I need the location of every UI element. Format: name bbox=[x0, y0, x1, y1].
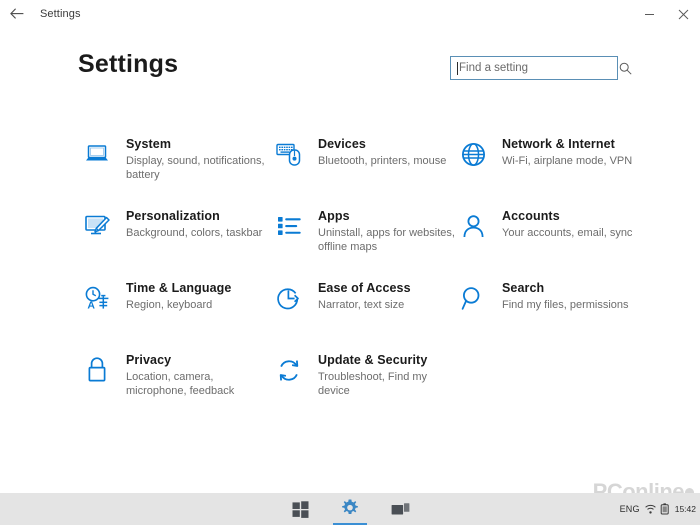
titlebar-title: Settings bbox=[40, 8, 81, 20]
refresh-circle-icon bbox=[274, 355, 304, 385]
minimize-icon bbox=[644, 9, 655, 20]
settings-window: Settings Settings bbox=[0, 0, 700, 525]
category-ease-of-access-text: Ease of Access Narrator, text size bbox=[318, 279, 411, 312]
page-title: Settings bbox=[78, 50, 178, 79]
category-ease-of-access[interactable]: Ease of Access Narrator, text size bbox=[274, 279, 458, 351]
person-icon bbox=[458, 211, 488, 241]
back-arrow-icon bbox=[10, 8, 24, 20]
close-icon bbox=[678, 9, 689, 20]
category-update-security[interactable]: Update & Security Troubleshoot, Find my … bbox=[274, 351, 458, 423]
search-input[interactable] bbox=[458, 58, 615, 78]
category-time-language[interactable]: A Time & Language Region, keyboard bbox=[82, 279, 274, 351]
settings-category-grid: System Display, sound, notifications, ba… bbox=[82, 135, 642, 423]
monitor-paintbrush-icon bbox=[82, 211, 112, 241]
padlock-icon bbox=[82, 355, 112, 385]
search-submit-button[interactable] bbox=[615, 62, 635, 75]
category-title: Search bbox=[502, 281, 629, 296]
category-subtitle: Region, keyboard bbox=[126, 298, 231, 312]
category-system-text: System Display, sound, notifications, ba… bbox=[126, 135, 274, 182]
magnifier-icon bbox=[458, 283, 488, 313]
category-devices[interactable]: Devices Bluetooth, printers, mouse bbox=[274, 135, 458, 207]
category-update-security-text: Update & Security Troubleshoot, Find my … bbox=[318, 351, 458, 398]
category-subtitle: Uninstall, apps for websites, offline ma… bbox=[318, 226, 458, 254]
category-system[interactable]: System Display, sound, notifications, ba… bbox=[82, 135, 274, 207]
category-title: Personalization bbox=[126, 209, 262, 224]
windows-logo-icon bbox=[292, 501, 309, 518]
category-subtitle: Troubleshoot, Find my device bbox=[318, 370, 458, 398]
category-search[interactable]: Search Find my files, permissions bbox=[458, 279, 642, 351]
keyboard-mouse-icon bbox=[274, 139, 304, 169]
tray-clock[interactable]: 15:42 bbox=[675, 504, 696, 514]
category-privacy[interactable]: Privacy Location, camera, microphone, fe… bbox=[82, 351, 274, 423]
task-view-button[interactable] bbox=[383, 494, 417, 524]
title-bar: Settings bbox=[0, 0, 700, 28]
category-title: Network & Internet bbox=[502, 137, 632, 152]
category-privacy-text: Privacy Location, camera, microphone, fe… bbox=[126, 351, 274, 398]
list-icon bbox=[274, 211, 304, 241]
taskbar-buttons bbox=[0, 493, 700, 525]
close-button[interactable] bbox=[666, 0, 700, 28]
category-search-text: Search Find my files, permissions bbox=[502, 279, 629, 312]
category-subtitle: Narrator, text size bbox=[318, 298, 411, 312]
clock-arrow-icon bbox=[274, 283, 304, 313]
search-box[interactable] bbox=[450, 56, 618, 80]
network-icon[interactable] bbox=[645, 504, 656, 515]
gear-icon bbox=[341, 499, 359, 517]
category-title: Ease of Access bbox=[318, 281, 411, 296]
system-tray: ENG 15:42 bbox=[620, 493, 696, 525]
taskbar-settings-button[interactable] bbox=[333, 493, 367, 525]
category-subtitle: Display, sound, notifications, battery bbox=[126, 154, 274, 182]
taskbar: ENG 15:42 bbox=[0, 493, 700, 525]
category-title: System bbox=[126, 137, 274, 152]
tray-language[interactable]: ENG bbox=[620, 504, 640, 514]
category-title: Update & Security bbox=[318, 353, 458, 368]
category-title: Apps bbox=[318, 209, 458, 224]
category-apps[interactable]: Apps Uninstall, apps for websites, offli… bbox=[274, 207, 458, 279]
category-title: Privacy bbox=[126, 353, 274, 368]
task-view-icon bbox=[391, 501, 410, 517]
category-accounts[interactable]: Accounts Your accounts, email, sync bbox=[458, 207, 642, 279]
category-network-internet[interactable]: Network & Internet Wi-Fi, airplane mode,… bbox=[458, 135, 642, 207]
category-title: Devices bbox=[318, 137, 446, 152]
category-personalization[interactable]: Personalization Background, colors, task… bbox=[82, 207, 274, 279]
laptop-icon bbox=[82, 139, 112, 169]
category-network-text: Network & Internet Wi-Fi, airplane mode,… bbox=[502, 135, 632, 168]
svg-text:A: A bbox=[87, 299, 95, 310]
category-accounts-text: Accounts Your accounts, email, sync bbox=[502, 207, 632, 240]
category-title: Time & Language bbox=[126, 281, 231, 296]
category-time-language-text: Time & Language Region, keyboard bbox=[126, 279, 231, 312]
clock-language-icon: A bbox=[82, 283, 112, 313]
start-button[interactable] bbox=[283, 494, 317, 524]
category-devices-text: Devices Bluetooth, printers, mouse bbox=[318, 135, 446, 168]
category-apps-text: Apps Uninstall, apps for websites, offli… bbox=[318, 207, 458, 254]
minimize-button[interactable] bbox=[632, 0, 666, 28]
category-subtitle: Wi-Fi, airplane mode, VPN bbox=[502, 154, 632, 168]
category-subtitle: Bluetooth, printers, mouse bbox=[318, 154, 446, 168]
search-icon bbox=[619, 62, 632, 75]
category-subtitle: Location, camera, microphone, feedback bbox=[126, 370, 274, 398]
back-button[interactable] bbox=[0, 0, 34, 28]
category-personalization-text: Personalization Background, colors, task… bbox=[126, 207, 262, 240]
globe-icon bbox=[458, 139, 488, 169]
tray-status-icons bbox=[645, 503, 670, 515]
category-title: Accounts bbox=[502, 209, 632, 224]
window-controls bbox=[632, 0, 700, 28]
category-subtitle: Your accounts, email, sync bbox=[502, 226, 632, 240]
clock-time: 15:42 bbox=[675, 504, 696, 514]
category-subtitle: Background, colors, taskbar bbox=[126, 226, 262, 240]
battery-icon[interactable] bbox=[660, 503, 670, 515]
category-subtitle: Find my files, permissions bbox=[502, 298, 629, 312]
